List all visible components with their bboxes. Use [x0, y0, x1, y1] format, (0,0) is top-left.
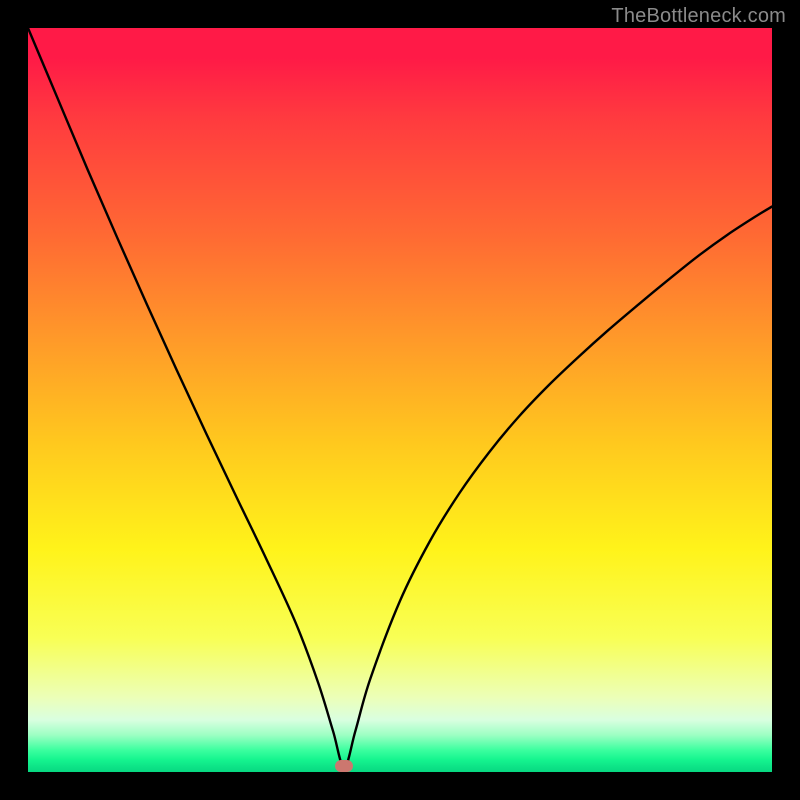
chart-frame: TheBottleneck.com	[0, 0, 800, 800]
bottleneck-curve	[28, 28, 772, 772]
plot-area	[28, 28, 772, 772]
watermark-text: TheBottleneck.com	[611, 5, 786, 28]
minimum-marker	[335, 760, 353, 772]
